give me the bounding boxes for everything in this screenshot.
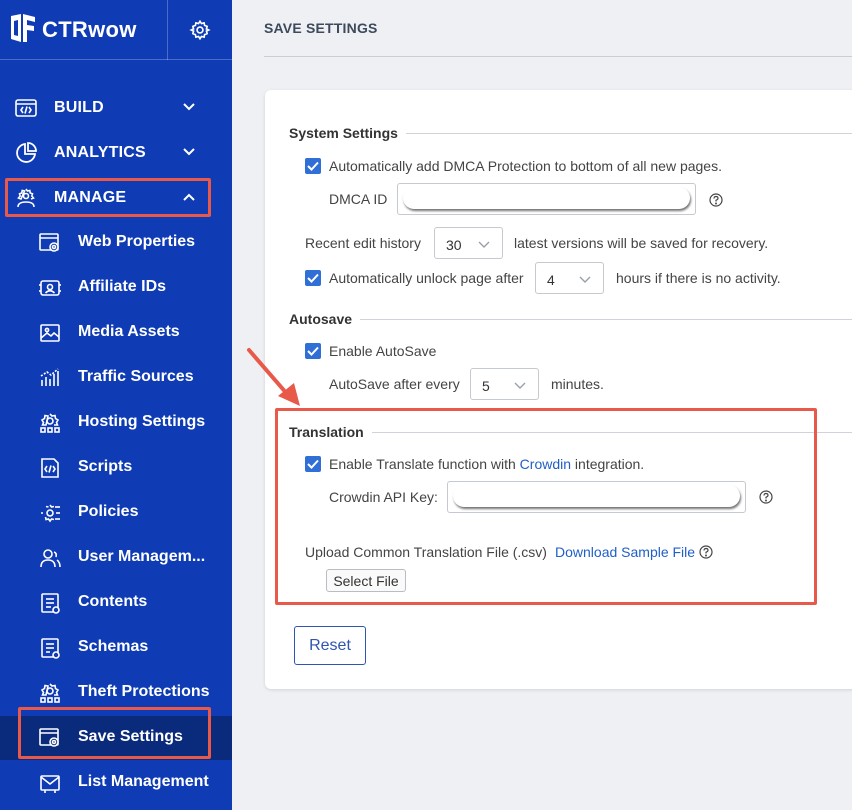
history-select[interactable]: 30 <box>434 227 503 259</box>
policies-icon <box>41 504 60 523</box>
bar-chart-icon <box>40 368 59 386</box>
sidebar-item-scripts[interactable]: Scripts <box>0 446 232 490</box>
section-divider <box>289 319 852 320</box>
history-select-value: 30 <box>446 237 462 253</box>
nav-analytics-label: ANALYTICS <box>54 144 146 161</box>
sidebar-item-affiliate-ids[interactable]: Affiliate IDs <box>0 266 232 310</box>
sidebar-item-label: Schemas <box>78 638 149 655</box>
translation-highlight-box <box>275 408 817 605</box>
mail-list-icon <box>40 775 60 793</box>
sidebar-item-label: Theft Protections <box>78 683 210 700</box>
callout-arrow-icon <box>247 348 300 406</box>
sidebar-item-policies[interactable]: Policies <box>0 491 232 535</box>
unlock-checkbox[interactable] <box>305 270 321 286</box>
chevron-down-icon <box>478 241 490 248</box>
autosave-select-value: 5 <box>482 378 490 394</box>
dmca-id-label: DMCA ID <box>329 191 388 207</box>
brand-header: CTRwow <box>0 0 232 60</box>
network-gear-icon <box>40 413 60 433</box>
ctrwow-logo-icon[interactable] <box>8 12 38 44</box>
autosave-title: Autosave <box>289 311 361 327</box>
chevron-down-icon <box>514 382 526 389</box>
sidebar-item-label: User Managem... <box>78 548 206 565</box>
sidebar-item-hosting-settings[interactable]: Hosting Settings <box>0 401 232 445</box>
sidebar-item-media-assets[interactable]: Media Assets <box>0 311 232 355</box>
dmca-checkbox[interactable] <box>305 158 321 174</box>
manage-highlight-box <box>5 178 211 217</box>
sidebar-item-label: List Management <box>78 773 209 790</box>
sidebar-item-label: Media Assets <box>78 323 180 340</box>
sidebar-item-schemas[interactable]: Schemas <box>0 626 232 670</box>
unlock-select[interactable]: 4 <box>535 262 604 294</box>
web-gear-icon <box>39 233 59 252</box>
gear-icon[interactable] <box>189 19 211 41</box>
shield-gear-icon <box>40 683 60 703</box>
image-icon <box>40 324 60 342</box>
users-icon <box>40 549 61 568</box>
history-prefix: Recent edit history <box>305 235 421 251</box>
reset-button[interactable]: Reset <box>294 626 366 665</box>
nav-build[interactable]: BUILD <box>0 86 232 130</box>
autosave-select[interactable]: 5 <box>470 368 539 400</box>
unlock-select-value: 4 <box>547 272 555 288</box>
schema-icon <box>41 638 60 659</box>
sidebar-item-label: Web Properties <box>78 233 196 250</box>
chevron-down-icon <box>183 148 195 156</box>
brand-divider <box>167 0 168 60</box>
autosave-every-suffix: minutes. <box>551 376 604 392</box>
autosave-every-prefix: AutoSave after every <box>329 376 460 392</box>
system-settings-title: System Settings <box>289 125 406 141</box>
sidebar-item-list-management[interactable]: List Management <box>0 761 232 805</box>
sidebar-item-contents[interactable]: Contents <box>0 581 232 625</box>
sidebar-item-label: Contents <box>78 593 148 610</box>
sidebar-item-traffic-sources[interactable]: Traffic Sources <box>0 356 232 400</box>
unlock-prefix: Automatically unlock page after <box>329 270 524 286</box>
title-divider <box>264 56 852 57</box>
dmca-checkbox-label: Automatically add DMCA Protection to bot… <box>329 158 722 174</box>
sidebar: CTRwow BUILD ANALYTICS MANAGE Web Proper… <box>0 0 232 810</box>
id-card-icon <box>39 280 61 296</box>
help-icon[interactable] <box>709 193 723 207</box>
autosave-checkbox-label: Enable AutoSave <box>329 343 437 359</box>
save-settings-highlight-box <box>18 707 211 759</box>
sidebar-item-label: Scripts <box>78 458 133 475</box>
sidebar-item-label: Policies <box>78 503 139 520</box>
code-window-icon <box>15 99 37 117</box>
script-icon <box>41 458 59 478</box>
unlock-suffix: hours if there is no activity. <box>616 270 781 286</box>
sidebar-item-label: Hosting Settings <box>78 413 206 430</box>
pie-chart-icon <box>16 142 37 163</box>
brand-name[interactable]: CTRwow <box>42 17 137 43</box>
dmca-id-input[interactable] <box>397 183 696 215</box>
nav-analytics[interactable]: ANALYTICS <box>0 131 232 175</box>
chevron-down-icon <box>183 103 195 111</box>
chevron-down-icon <box>579 276 591 283</box>
sidebar-item-label: Affiliate IDs <box>78 278 167 295</box>
sidebar-item-label: Traffic Sources <box>78 368 194 385</box>
nav-build-label: BUILD <box>54 99 104 116</box>
sidebar-item-web-properties[interactable]: Web Properties <box>0 221 232 265</box>
page-title: SAVE SETTINGS <box>264 20 378 36</box>
document-icon <box>41 593 60 614</box>
sidebar-item-user-management[interactable]: User Managem... <box>0 536 232 580</box>
history-suffix: latest versions will be saved for recove… <box>514 235 769 251</box>
